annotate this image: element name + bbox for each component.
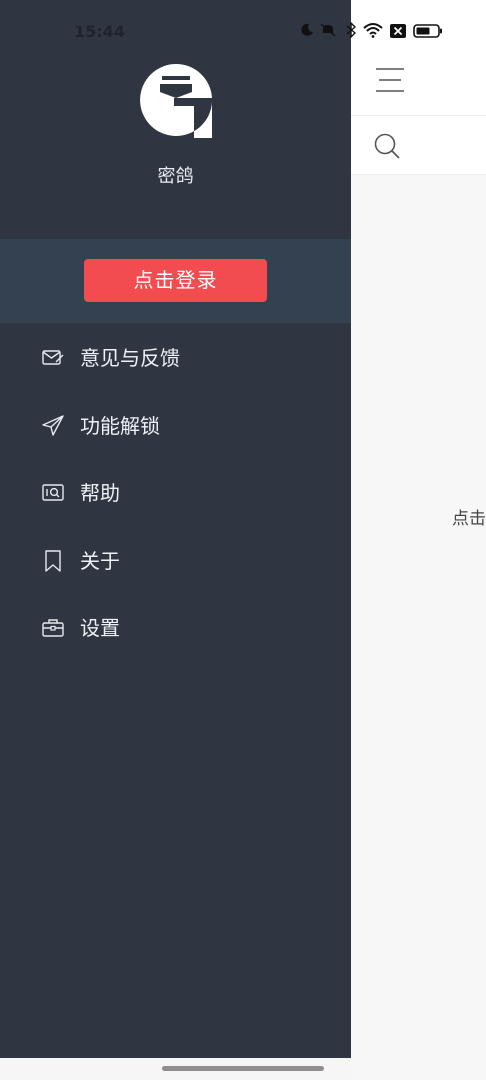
- feedback-mail-icon: [42, 350, 64, 365]
- menu-item-feedback[interactable]: 意见与反馈: [0, 324, 351, 392]
- main-area: 点击: [351, 0, 486, 1080]
- menu-item-label: 帮助: [80, 481, 120, 505]
- login-button[interactable]: 点击登录: [84, 259, 267, 302]
- paper-plane-icon: [42, 414, 64, 436]
- screen: 点击 15:44 密鸽 点击登录 意见与反馈 功能解锁 帮助 关于 设置: [0, 0, 486, 1080]
- toolbox-icon: [42, 619, 64, 637]
- app-name: 密鸽: [157, 166, 194, 187]
- menu-item-about[interactable]: 关于: [0, 527, 351, 595]
- menu-item-label: 关于: [80, 548, 120, 573]
- menu-icon[interactable]: [375, 66, 405, 94]
- logo-icon: [140, 63, 212, 139]
- moon-icon: [300, 23, 314, 37]
- menu-item-unlock[interactable]: 功能解锁: [0, 392, 351, 460]
- home-indicator[interactable]: [162, 1066, 324, 1071]
- search-icon[interactable]: [373, 132, 401, 160]
- sim-off-icon: [390, 23, 406, 42]
- wifi-icon: [363, 22, 383, 42]
- bookmark-icon: [45, 549, 61, 572]
- battery-icon: [413, 23, 443, 42]
- menu-item-help[interactable]: 帮助: [0, 459, 351, 527]
- menu-item-label: 设置: [80, 616, 120, 640]
- navigation-drawer: 15:44 密鸽 点击登录 意见与反馈 功能解锁 帮助 关于 设置: [0, 0, 351, 1058]
- status-time: 15:44: [74, 22, 125, 41]
- status-icons-right: [346, 21, 443, 42]
- drawer-menu: 意见与反馈 功能解锁 帮助 关于 设置: [0, 324, 351, 662]
- menu-item-label: 意见与反馈: [80, 346, 180, 370]
- login-panel: 点击登录: [0, 239, 351, 323]
- main-header: [351, 0, 486, 116]
- menu-item-label: 功能解锁: [80, 413, 160, 438]
- search-bar[interactable]: [351, 116, 486, 175]
- help-icon: [42, 484, 64, 501]
- menu-item-settings[interactable]: 设置: [0, 594, 351, 662]
- mute-icon: [320, 23, 336, 37]
- bluetooth-icon: [346, 21, 357, 42]
- main-hint-text: 点击: [452, 509, 486, 529]
- status-icons: [300, 20, 336, 40]
